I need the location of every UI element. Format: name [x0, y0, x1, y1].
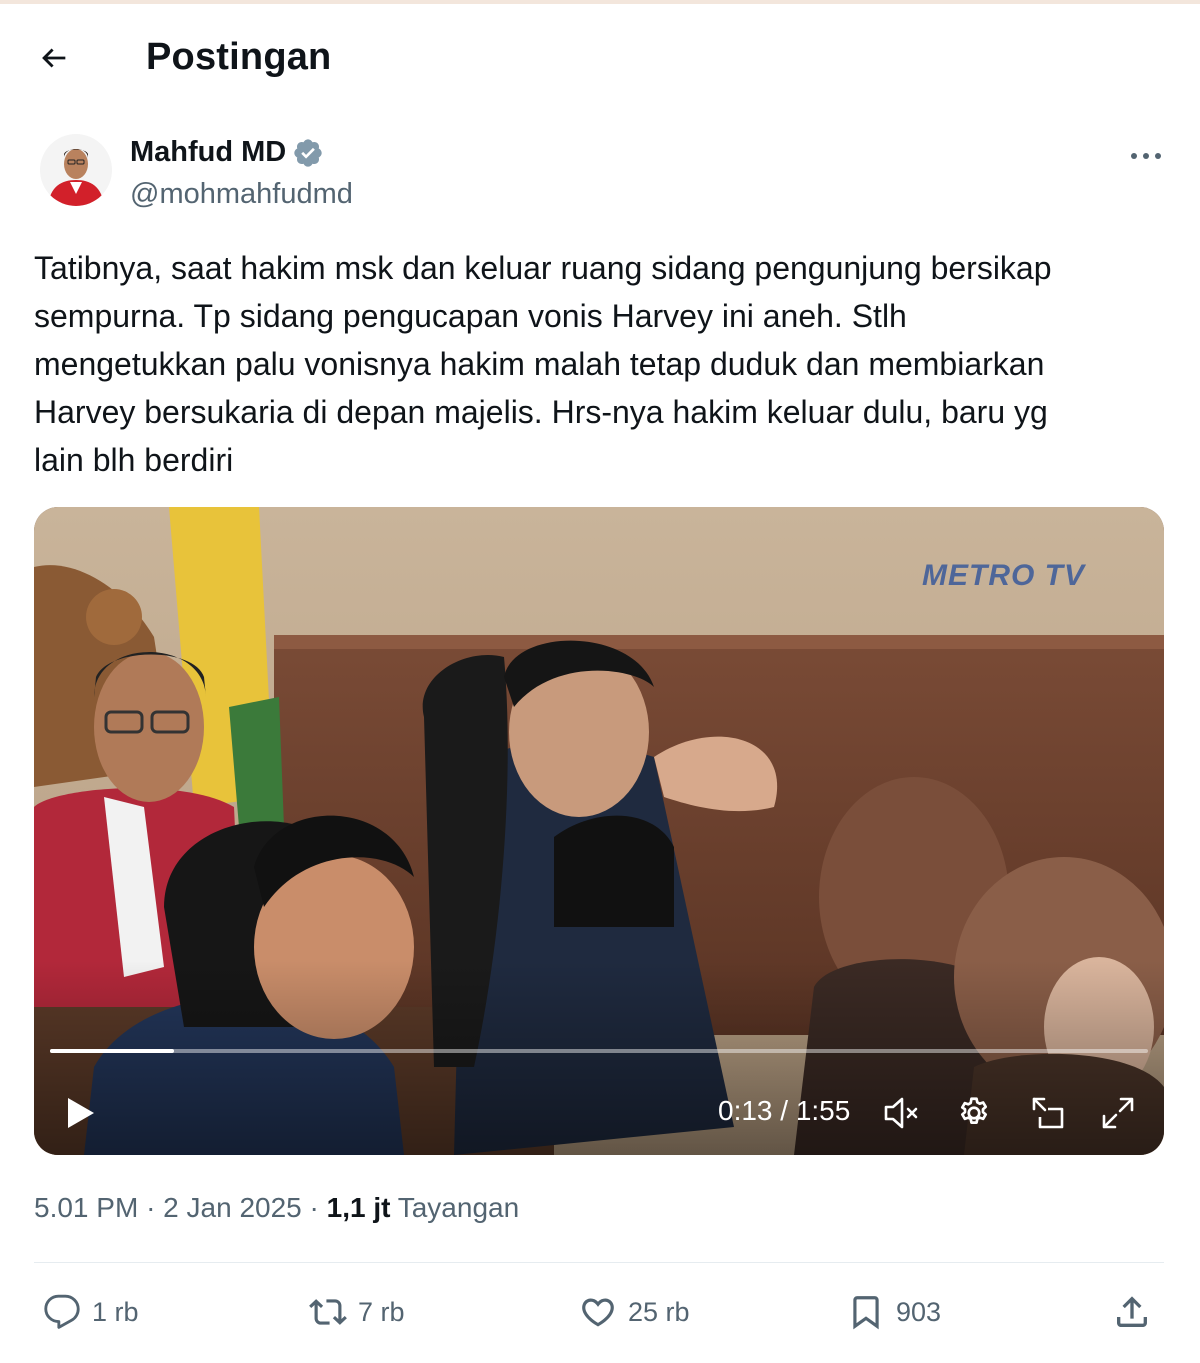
play-button[interactable]	[58, 1091, 102, 1135]
post-time[interactable]: 5.01 PM	[34, 1192, 138, 1223]
reply-icon	[42, 1292, 82, 1332]
repost-count: 7 rb	[358, 1296, 405, 1327]
avatar[interactable]	[40, 134, 112, 206]
play-icon	[68, 1098, 94, 1128]
mute-button[interactable]	[882, 1093, 922, 1133]
like-count: 25 rb	[628, 1296, 690, 1327]
video-progress-bar[interactable]	[50, 1049, 1148, 1053]
divider	[34, 1262, 1164, 1263]
tweet-text: Tatibnya, saat hakim msk dan keluar ruan…	[34, 250, 1052, 478]
like-button[interactable]: 25 rb	[578, 1290, 690, 1334]
video-frame	[34, 507, 1164, 1155]
bookmark-button[interactable]: 903	[846, 1290, 941, 1334]
post-date[interactable]: 2 Jan 2025	[163, 1192, 302, 1223]
more-options-button[interactable]	[1120, 138, 1172, 174]
video-progress-fill	[50, 1049, 175, 1053]
verified-badge-icon[interactable]	[292, 137, 324, 169]
metro-tv-watermark: METRO TV	[922, 559, 1085, 592]
page-title: Postingan	[146, 36, 332, 78]
video-player[interactable]: METRO TV 0:13 / 1:55	[34, 507, 1164, 1155]
muted-speaker-icon	[884, 1097, 918, 1129]
author-name[interactable]: Mahfud MD	[130, 136, 286, 169]
reply-count: 1 rb	[92, 1296, 139, 1327]
heart-icon	[578, 1292, 618, 1332]
settings-button[interactable]	[954, 1093, 994, 1133]
reply-button[interactable]: 1 rb	[42, 1290, 139, 1334]
bookmark-count: 903	[896, 1296, 942, 1327]
bookmark-icon	[846, 1292, 886, 1332]
meta-separator: ·	[146, 1192, 164, 1223]
fullscreen-button[interactable]	[1098, 1093, 1138, 1133]
author-name-row[interactable]: Mahfud MD	[130, 136, 324, 169]
repost-button[interactable]: 7 rb	[308, 1290, 405, 1334]
repost-icon	[308, 1292, 348, 1332]
back-button[interactable]	[30, 34, 78, 82]
back-arrow-icon	[42, 48, 66, 68]
meta-separator: ·	[309, 1192, 327, 1223]
gear-icon	[960, 1097, 988, 1124]
more-dots-icon	[1131, 153, 1161, 159]
views-label: Tayangan	[397, 1192, 520, 1223]
share-icon	[1112, 1292, 1152, 1332]
picture-in-picture-button[interactable]	[1028, 1093, 1068, 1133]
author-handle[interactable]: @mohmahfudmd	[130, 178, 353, 211]
pip-icon	[1032, 1097, 1064, 1129]
share-button[interactable]	[1112, 1290, 1152, 1334]
video-time: 0:13 / 1:55	[718, 1095, 851, 1126]
post-meta: 5.01 PM · 2 Jan 2025 · 1,1 jt Tayangan	[34, 1192, 519, 1224]
views-count: 1,1 jt	[326, 1192, 391, 1223]
top-border	[0, 0, 1200, 4]
header: Postingan	[0, 20, 1200, 96]
expand-icon	[1102, 1097, 1134, 1129]
